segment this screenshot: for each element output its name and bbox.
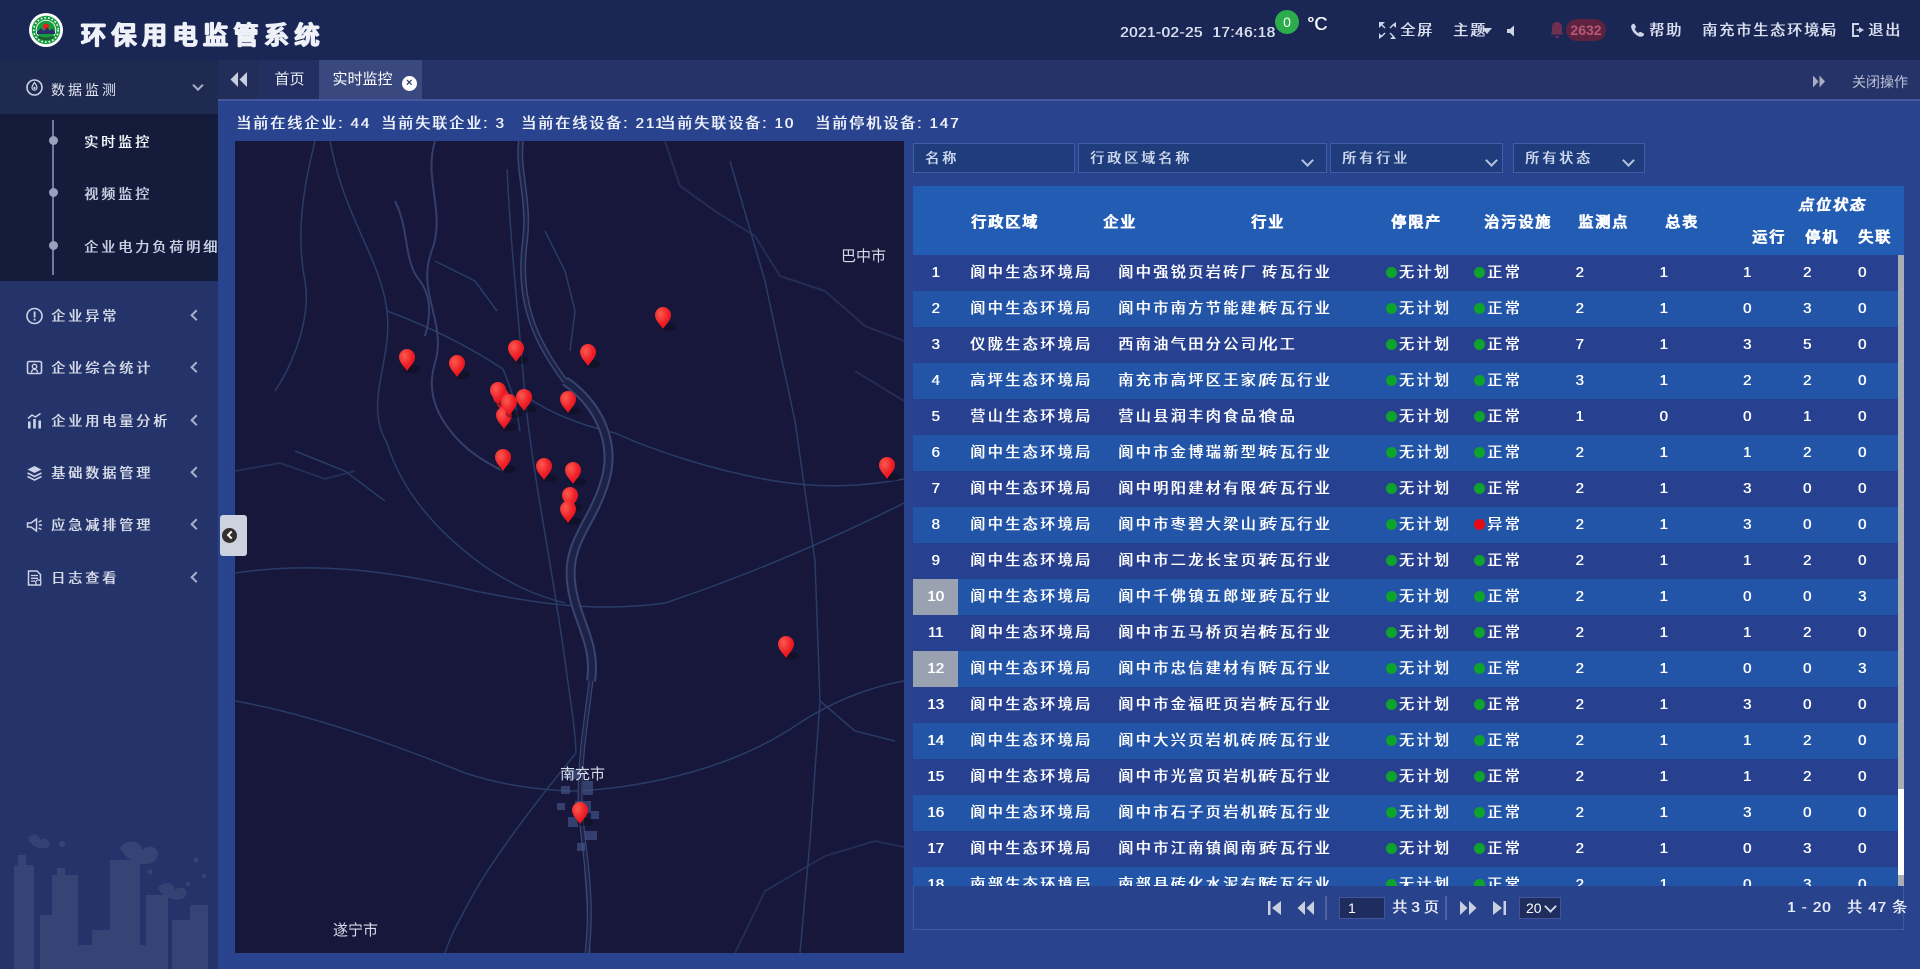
svg-text:南充市: 南充市 xyxy=(560,766,605,783)
svg-text:巴中市: 巴中市 xyxy=(841,248,886,265)
svg-text:遂宁市: 遂宁市 xyxy=(333,922,378,939)
